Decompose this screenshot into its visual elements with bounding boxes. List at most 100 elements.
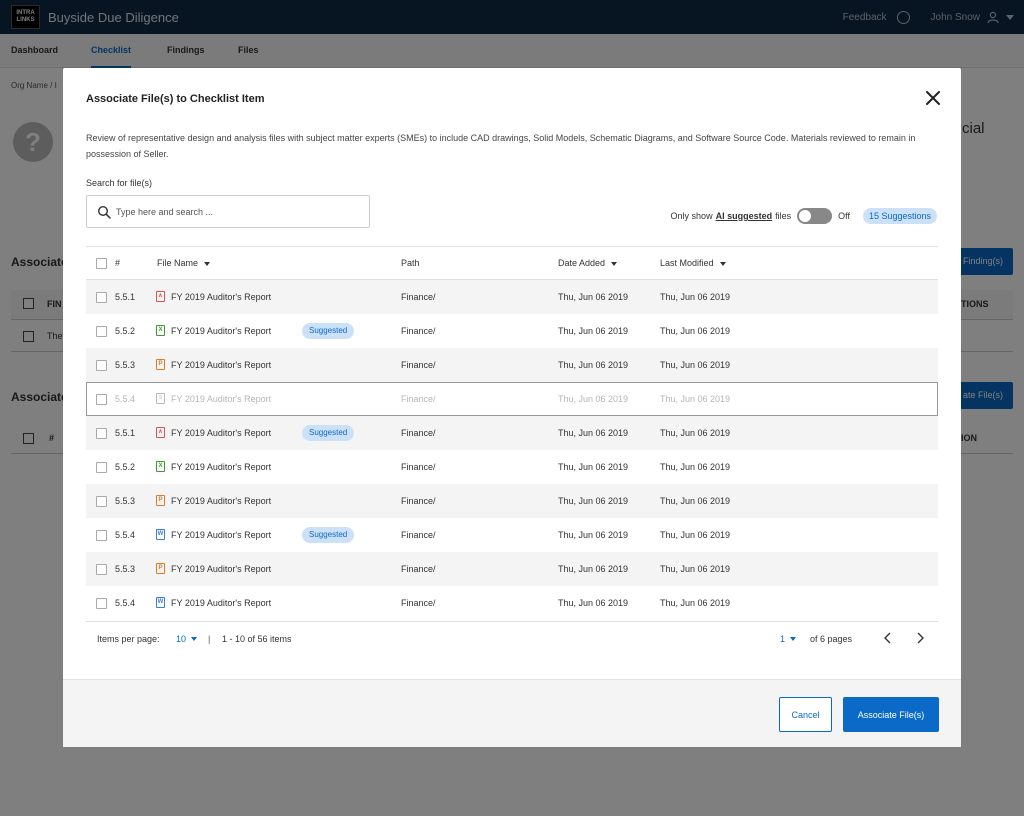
file-name[interactable]: FY 2019 Auditor's Report [171, 552, 271, 586]
associate-files-button[interactable]: Associate File(s) [843, 697, 939, 732]
last-modified: Thu, Jun 06 2019 [660, 428, 731, 438]
date-added: Thu, Jun 06 2019 [558, 326, 629, 336]
table-row[interactable]: 5.5.1 ∧ FY 2019 Auditor's Report Finance/Th… [86, 280, 938, 314]
table-row: 5.5.4 ≡ FY 2019 Auditor's Report Finance/Th… [86, 382, 938, 416]
table-row[interactable]: 5.5.1 ∧ FY 2019 Auditor's Report Suggested F… [86, 416, 938, 450]
col-number: # [115, 258, 121, 268]
suggestions-count-badge[interactable]: 15 Suggestions [862, 208, 937, 224]
page-select[interactable]: 1 [780, 634, 797, 644]
last-modified: Thu, Jun 06 2019 [660, 326, 731, 336]
table-row[interactable]: 5.5.3 P FY 2019 Auditor's Report Finance/Th… [86, 552, 938, 586]
suggested-badge: Suggested [302, 323, 355, 339]
powerpoint-file-icon: P [156, 495, 165, 506]
ai-suggested-toggle[interactable] [797, 208, 833, 224]
files-table: # File Name Path Date Added Last Modifie… [86, 246, 938, 620]
row-number: 5.5.1 [115, 428, 136, 438]
sort-chevron-down-icon [719, 261, 726, 266]
row-checkbox[interactable] [96, 462, 107, 473]
row-number: 5.5.2 [115, 462, 136, 472]
table-row[interactable]: 5.5.3 P FY 2019 Auditor's Report Finance/Th… [86, 348, 938, 382]
file-path: Finance/ [401, 598, 436, 608]
file-name[interactable]: FY 2019 Auditor's Report [171, 484, 271, 518]
file-path: Finance/ [401, 564, 436, 574]
row-checkbox[interactable] [96, 598, 107, 609]
word-file-icon: W [156, 529, 165, 540]
table-row[interactable]: 5.5.2 X FY 2019 Auditor's Report Suggested F… [86, 314, 938, 348]
date-added: Thu, Jun 06 2019 [558, 598, 629, 608]
row-number: 5.5.4 [115, 394, 136, 404]
excel-file-icon: X [156, 461, 165, 472]
chevron-left-icon[interactable] [881, 631, 895, 645]
page-count: of 6 pages [810, 634, 853, 644]
pdf-file-icon: ∧ [156, 291, 165, 302]
row-checkbox[interactable] [96, 360, 107, 371]
cancel-button[interactable]: Cancel [779, 697, 832, 732]
file-name[interactable]: FY 2019 Auditor's Report [171, 450, 271, 484]
row-checkbox[interactable] [96, 564, 107, 575]
modal-footer: Cancel Associate File(s) [63, 679, 961, 747]
file-name[interactable]: FY 2019 Auditor's Report [171, 586, 271, 620]
table-row[interactable]: 5.5.4 W FY 2019 Auditor's Report Suggested F… [86, 518, 938, 552]
select-all-checkbox[interactable] [96, 258, 107, 269]
col-file-name[interactable]: File Name [157, 247, 211, 280]
associate-files-modal: Associate File(s) to Checklist Item Revi… [63, 68, 961, 747]
row-checkbox[interactable] [96, 326, 107, 337]
ai-suggested-link[interactable]: AI suggested [716, 211, 773, 221]
items-per-page-label: Items per page: [97, 634, 160, 644]
last-modified: Thu, Jun 06 2019 [660, 530, 731, 540]
file-name: FY 2019 Auditor's Report [171, 394, 272, 404]
sort-chevron-down-icon [204, 261, 211, 266]
file-name[interactable]: FY 2019 Auditor's Report [171, 314, 271, 348]
ai-filter: Only show AI suggested files Off 15 Sugg… [671, 208, 937, 224]
date-added: Thu, Jun 06 2019 [558, 530, 629, 540]
file-path: Finance/ [401, 428, 436, 438]
row-number: 5.5.4 [115, 598, 136, 608]
row-number: 5.5.4 [115, 530, 136, 540]
search-input[interactable] [116, 206, 356, 217]
date-added: Thu, Jun 06 2019 [558, 428, 629, 438]
file-name[interactable]: FY 2019 Auditor's Report [171, 348, 271, 382]
pagination-separator: | [208, 634, 211, 644]
chevron-right-icon[interactable] [913, 631, 927, 645]
file-name[interactable]: FY 2019 Auditor's Report [171, 518, 271, 552]
file-name[interactable]: FY 2019 Auditor's Report [171, 416, 271, 450]
items-per-page-select[interactable]: 10 [176, 634, 198, 644]
chevron-down-icon [790, 637, 797, 641]
pagination: Items per page: 10 | 1 - 10 of 56 items … [86, 621, 938, 655]
search-field [86, 195, 370, 228]
row-checkbox[interactable] [96, 496, 107, 507]
file-path: Finance/ [401, 326, 436, 336]
row-number: 5.5.3 [115, 496, 136, 506]
row-checkbox [96, 394, 107, 405]
row-checkbox[interactable] [96, 292, 107, 303]
col-last-modified[interactable]: Last Modified [660, 247, 726, 280]
generic-file-icon: ≡ [156, 393, 165, 404]
last-modified: Thu, Jun 06 2019 [660, 564, 731, 574]
col-date-added[interactable]: Date Added [558, 247, 618, 280]
row-number: 5.5.3 [115, 360, 136, 370]
search-label: Search for file(s) [86, 178, 153, 188]
checklist-item-description: Review of representative design and anal… [86, 133, 916, 159]
powerpoint-file-icon: P [156, 359, 165, 370]
file-path: Finance/ [401, 462, 436, 472]
file-name[interactable]: FY 2019 Auditor's Report [171, 280, 271, 314]
date-added: Thu, Jun 06 2019 [558, 292, 629, 302]
last-modified: Thu, Jun 06 2019 [660, 394, 731, 404]
last-modified: Thu, Jun 06 2019 [660, 292, 731, 302]
toggle-state-label: Off [838, 211, 850, 221]
file-path: Finance/ [401, 394, 436, 404]
sort-chevron-down-icon [611, 261, 618, 266]
row-checkbox[interactable] [96, 530, 107, 541]
last-modified: Thu, Jun 06 2019 [660, 462, 731, 472]
table-row[interactable]: 5.5.4 W FY 2019 Auditor's Report Finance/Th… [86, 586, 938, 620]
table-body: 5.5.1 ∧ FY 2019 Auditor's Report Finance/Th… [86, 280, 938, 620]
table-row[interactable]: 5.5.3 P FY 2019 Auditor's Report Finance/Th… [86, 484, 938, 518]
close-icon[interactable] [923, 88, 943, 108]
pdf-file-icon: ∧ [156, 427, 165, 438]
row-checkbox[interactable] [96, 428, 107, 439]
date-added: Thu, Jun 06 2019 [558, 564, 629, 574]
suggested-badge: Suggested [302, 425, 355, 441]
toggle-knob [799, 210, 812, 222]
table-row[interactable]: 5.5.2 X FY 2019 Auditor's Report Finance/Th… [86, 450, 938, 484]
row-number: 5.5.2 [115, 326, 136, 336]
